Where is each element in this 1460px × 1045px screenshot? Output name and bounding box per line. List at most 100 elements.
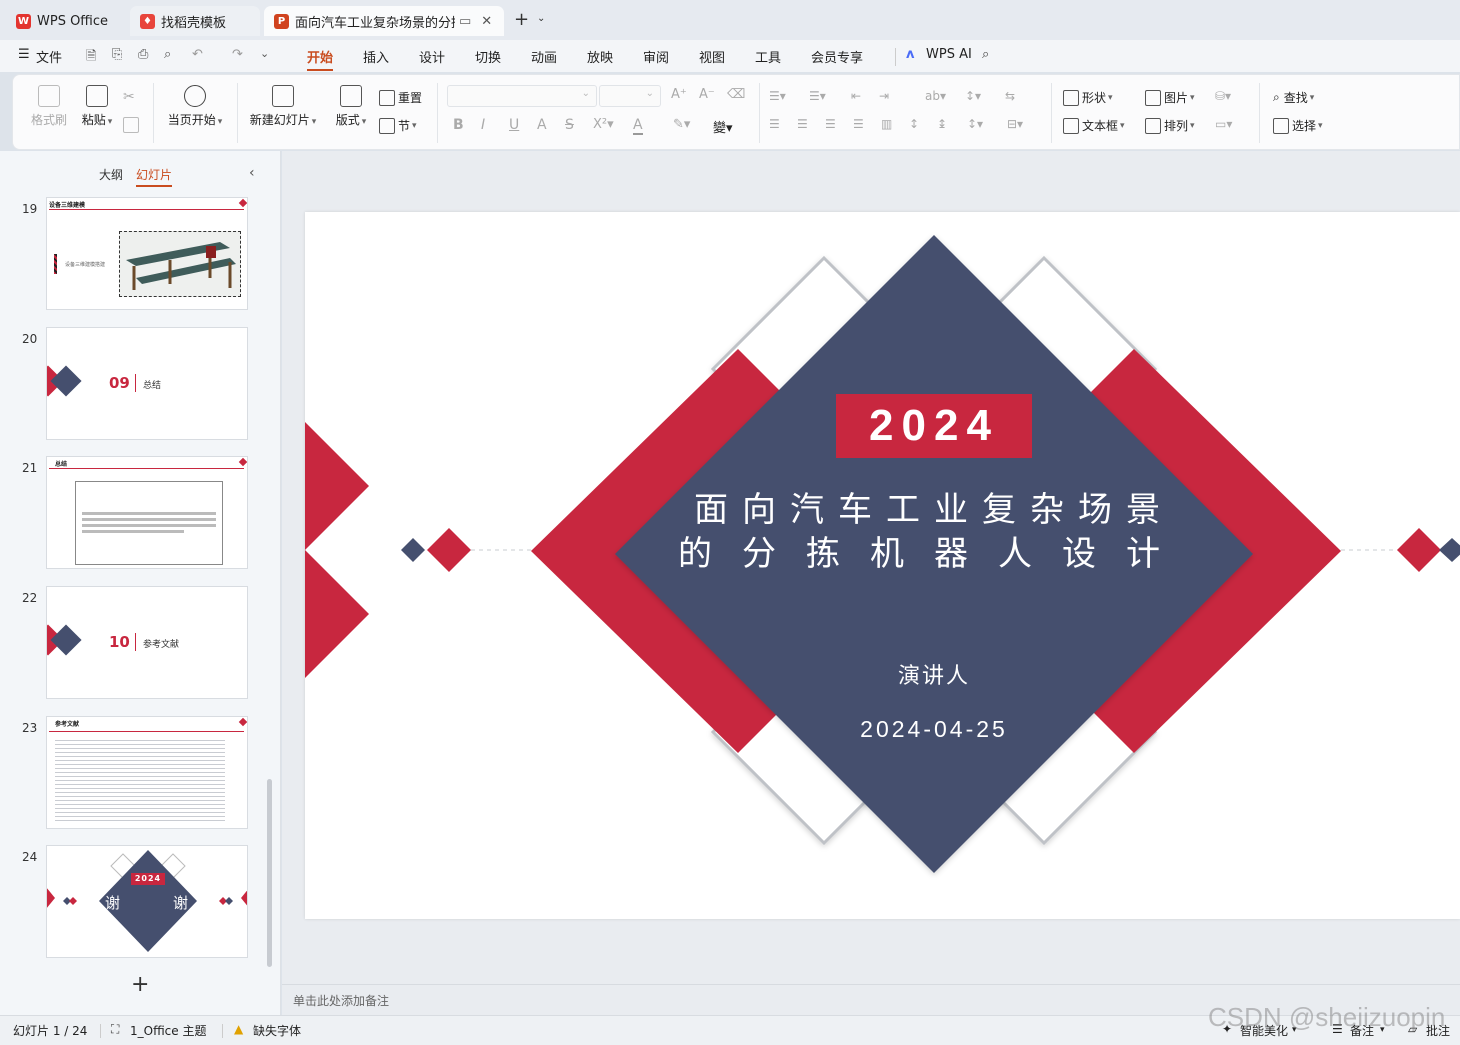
- sort-icon[interactable]: ↕▾: [965, 89, 981, 103]
- hamburger-icon[interactable]: ☰: [18, 47, 30, 62]
- menu-animation[interactable]: 动画: [531, 47, 557, 66]
- cut-icon[interactable]: ✂: [123, 89, 135, 105]
- arrange-button[interactable]: 排列 ▾: [1145, 117, 1195, 134]
- outline-icon[interactable]: ▭▾: [1215, 117, 1232, 131]
- outline-tab[interactable]: 大纲: [99, 166, 123, 183]
- shape-button[interactable]: 形状 ▾: [1063, 89, 1113, 106]
- menu-transitions[interactable]: 切换: [475, 47, 501, 66]
- menu-view[interactable]: 视图: [699, 47, 725, 66]
- column-icon[interactable]: ↕▾: [967, 117, 983, 131]
- clear-format-icon[interactable]: ⌫: [727, 87, 745, 102]
- align-left-icon[interactable]: ☰: [769, 117, 780, 131]
- slide-thumbnail-23[interactable]: 参考文献: [46, 716, 248, 829]
- undo-icon[interactable]: ↶: [192, 47, 203, 62]
- slide-thumbnail-19[interactable]: 设备三维建模 设备三维建模搭建: [46, 197, 248, 310]
- slide-counter: 幻灯片 1 / 24: [13, 1024, 88, 1038]
- section-icon: [379, 117, 395, 134]
- phonetic-icon[interactable]: 變▾: [713, 117, 733, 136]
- current-slide[interactable]: 2024 面向汽车工业复杂场景 的分拣机器人设计 演讲人 2024-04-25: [305, 212, 1460, 919]
- tab-current-document[interactable]: P 面向汽车工业复杂场景的分拣 ▭ ✕: [264, 6, 504, 36]
- font-size-select[interactable]: ⌄: [599, 85, 661, 107]
- increase-indent-icon[interactable]: ⇥: [879, 89, 889, 103]
- bullet-list-icon[interactable]: ☰▾: [769, 89, 786, 103]
- menu-design[interactable]: 设计: [419, 47, 445, 66]
- presentation-icon: P: [274, 13, 289, 29]
- picture-icon: [1145, 89, 1161, 106]
- thumb-section-number: 09: [109, 374, 130, 392]
- thumb-thanks-right: 谢: [173, 894, 189, 912]
- search-icon[interactable]: ⌕: [982, 47, 989, 62]
- find-button[interactable]: ⌕ 查找 ▾: [1273, 89, 1314, 106]
- thumb-text-box: [75, 481, 223, 565]
- section-button[interactable]: 节 ▾: [379, 117, 417, 134]
- menu-insert[interactable]: 插入: [363, 47, 389, 66]
- align-center-icon[interactable]: ☰: [797, 117, 808, 131]
- new-tab-icon[interactable]: +: [514, 9, 529, 30]
- reset-button[interactable]: 重置: [379, 89, 422, 106]
- font-family-select[interactable]: ⌄: [447, 85, 597, 107]
- slide-thumbnail-21[interactable]: 总结: [46, 456, 248, 569]
- copy-icon[interactable]: [123, 117, 142, 133]
- add-slide-button[interactable]: +: [131, 972, 149, 997]
- highlight-icon[interactable]: ✎▾: [673, 117, 690, 132]
- theme-icon: ⛶: [111, 1022, 120, 1036]
- tab-wps-office[interactable]: W WPS Office: [6, 6, 124, 36]
- print-icon[interactable]: ⎙: [138, 47, 148, 62]
- align-right-icon[interactable]: ☰: [825, 117, 836, 131]
- notes-placeholder[interactable]: 单击此处添加备注: [293, 992, 389, 1009]
- format-painter-button[interactable]: 格式刷: [29, 85, 69, 128]
- missing-font[interactable]: 缺失字体: [253, 1022, 301, 1039]
- layout-button[interactable]: 版式 ▾: [331, 85, 371, 128]
- convert-icon[interactable]: ⇆: [1005, 89, 1015, 103]
- increase-font-icon[interactable]: A⁺: [671, 87, 687, 102]
- numbered-list-icon[interactable]: ☰▾: [809, 89, 826, 103]
- decrease-indent-icon[interactable]: ⇤: [851, 89, 861, 103]
- textbox-button[interactable]: 文本框 ▾: [1063, 117, 1125, 134]
- underline-icon[interactable]: U: [509, 117, 519, 133]
- tab-docer[interactable]: ♦ 找稻壳模板: [130, 6, 260, 36]
- new-slide-button[interactable]: 新建幻灯片 ▾: [247, 85, 319, 128]
- menu-file[interactable]: 文件: [36, 47, 62, 66]
- from-current-button[interactable]: 当页开始 ▾: [163, 85, 227, 128]
- distribute-icon[interactable]: ▥: [881, 117, 892, 131]
- strikethrough-icon[interactable]: S: [565, 117, 574, 133]
- text-direction-icon[interactable]: ab▾: [925, 89, 946, 103]
- font-color-icon[interactable]: A: [633, 117, 643, 135]
- menu-wps-ai[interactable]: WPS AI: [926, 47, 972, 62]
- save-icon[interactable]: 🗎: [86, 47, 96, 69]
- menu-home[interactable]: 开始: [307, 47, 334, 71]
- chevron-down-icon[interactable]: ⌄: [537, 13, 545, 24]
- close-icon[interactable]: ✕: [481, 14, 492, 29]
- slides-tab[interactable]: 幻灯片: [136, 166, 173, 187]
- slide-thumbnail-24[interactable]: 2024 谢 谢: [46, 845, 248, 958]
- thumb-thanks-graphic: [47, 850, 247, 952]
- bold-icon[interactable]: B: [453, 117, 464, 133]
- more-chevron-icon[interactable]: ⌄: [260, 47, 269, 60]
- menu-member[interactable]: 会员专享: [811, 47, 863, 66]
- menu-tools[interactable]: 工具: [755, 47, 781, 66]
- select-button[interactable]: 选择 ▾: [1273, 117, 1323, 134]
- menu-slideshow[interactable]: 放映: [587, 47, 613, 66]
- text-align-icon[interactable]: ⊟▾: [1007, 117, 1023, 131]
- redo-icon[interactable]: ↷: [232, 47, 243, 62]
- conveyor-drawing: [126, 242, 236, 290]
- fill-icon[interactable]: ⛁▾: [1215, 89, 1231, 103]
- theme-name[interactable]: 1_Office 主题: [130, 1022, 206, 1039]
- print-preview-icon[interactable]: ⌕: [164, 47, 171, 62]
- export-icon[interactable]: ⎘: [112, 47, 122, 62]
- justify-icon[interactable]: ☰: [853, 117, 864, 131]
- menu-review[interactable]: 审阅: [643, 47, 669, 66]
- panel-scrollbar[interactable]: [267, 779, 272, 967]
- collapse-panel-icon[interactable]: ‹: [249, 165, 255, 181]
- thumb-rule: [135, 374, 136, 392]
- paragraph-spacing-icon[interactable]: ↨: [937, 117, 947, 131]
- italic-icon[interactable]: I: [481, 117, 485, 133]
- text-shadow-icon[interactable]: A: [537, 117, 547, 133]
- decrease-font-icon[interactable]: A⁻: [699, 87, 715, 102]
- slide-thumbnail-20[interactable]: 09 总结: [46, 327, 248, 440]
- superscript-icon[interactable]: X²▾: [593, 117, 614, 132]
- picture-button[interactable]: 图片 ▾: [1145, 89, 1195, 106]
- paste-button[interactable]: 粘贴 ▾: [77, 85, 117, 128]
- slide-thumbnail-22[interactable]: 10 参考文献: [46, 586, 248, 699]
- line-spacing-icon[interactable]: ↕: [909, 117, 919, 131]
